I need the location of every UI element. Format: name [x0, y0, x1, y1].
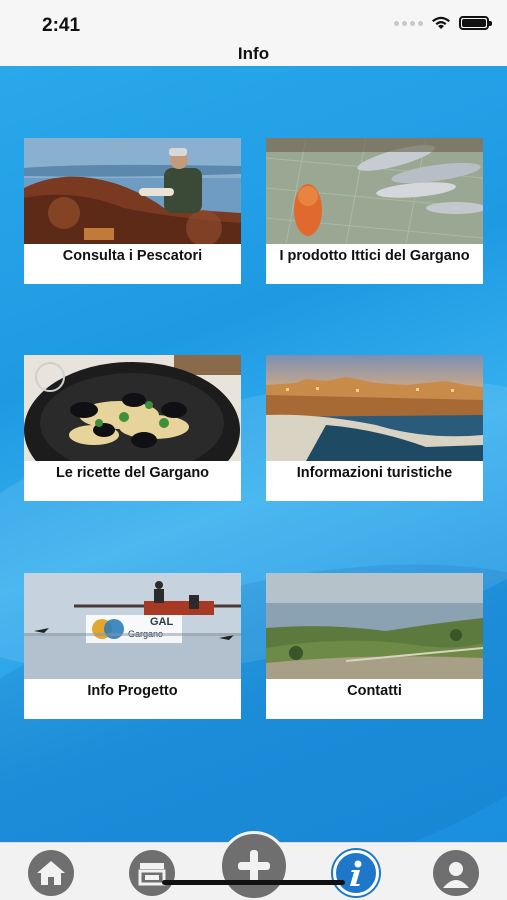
card-info-progetto[interactable]: GAL Gargano Info Progetto — [24, 573, 241, 719]
tab-shop[interactable] — [129, 850, 175, 896]
home-indicator — [162, 880, 345, 885]
status-icons — [394, 16, 492, 30]
signal-icon — [394, 20, 423, 26]
info-icon — [350, 860, 362, 886]
card-ricette[interactable]: Le ricette del Gargano — [24, 355, 241, 501]
battery-icon — [459, 16, 492, 30]
card-prodotti-ittici[interactable]: I prodotto Ittici del Gargano — [266, 138, 483, 284]
status-time: 2:41 — [42, 15, 81, 36]
tab-bar — [0, 831, 507, 900]
tab-user[interactable] — [433, 850, 479, 896]
fish-catch-photo — [266, 138, 483, 244]
main-content: Consulta i Pescatori I prodotto Ittici d… — [0, 66, 507, 842]
card-contatti[interactable]: Contatti — [266, 573, 483, 719]
mussels-pasta-photo — [24, 355, 241, 461]
tab-info[interactable] — [333, 850, 379, 896]
coastal-landscape-photo — [266, 573, 483, 679]
user-icon — [443, 862, 469, 888]
tab-home[interactable] — [28, 850, 74, 896]
gal-gargano-trabucco-photo: GAL Gargano — [24, 573, 241, 679]
home-icon — [37, 861, 65, 885]
card-label: Le ricette del Gargano — [55, 465, 210, 481]
wifi-icon — [432, 16, 450, 29]
page-title: Info — [237, 44, 270, 63]
card-label: I prodotto Ittici del Gargano — [279, 248, 470, 264]
card-label: Contatti — [347, 683, 402, 699]
gal-logo-line1: GAL — [150, 616, 174, 628]
status-bar: 2:41 — [0, 0, 507, 42]
card-label: Info Progetto — [87, 683, 178, 699]
card-consulta-pescatori[interactable]: Consulta i Pescatori — [24, 138, 241, 284]
coastal-town-photo — [266, 355, 483, 461]
tab-add[interactable] — [219, 831, 289, 900]
card-label: Informazioni turistiche — [296, 465, 453, 481]
card-informazioni-turistiche[interactable]: Informazioni turistiche — [266, 355, 483, 501]
nav-bar: Info — [0, 42, 507, 66]
card-label: Consulta i Pescatori — [62, 248, 203, 264]
fisherman-nets-photo — [24, 138, 241, 244]
